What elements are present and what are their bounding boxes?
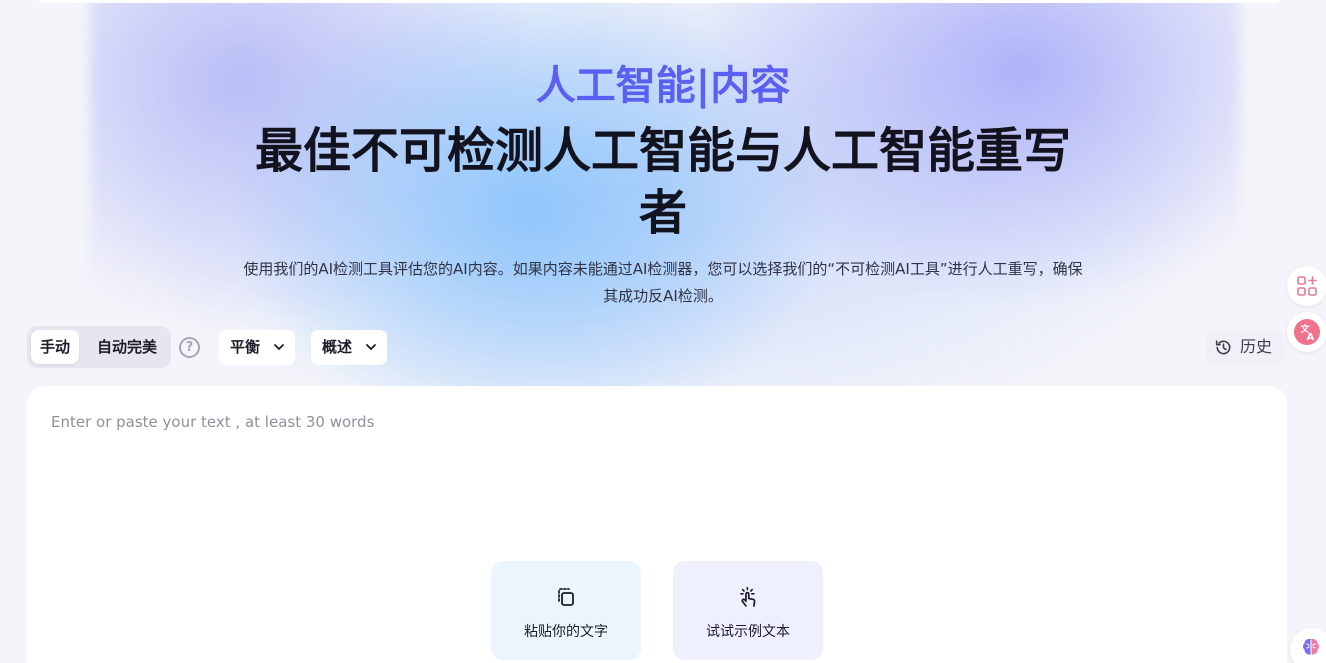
tone-dropdown[interactable]: 平衡 — [219, 330, 295, 365]
editor-placeholder: Enter or paste your text , at least 30 w… — [51, 413, 375, 431]
history-label: 历史 — [1240, 337, 1273, 356]
paste-icon — [558, 588, 574, 606]
chevron-down-icon — [366, 344, 376, 350]
brain-icon — [1303, 638, 1319, 655]
help-icon[interactable]: ? — [179, 337, 200, 358]
history-icon — [1215, 340, 1231, 355]
mode-manual-button[interactable]: 手动 — [31, 330, 79, 364]
paste-text-button[interactable]: 粘贴你的文字 — [491, 561, 641, 660]
hero-kicker: 人工智能|内容 — [535, 63, 791, 109]
top-panel-edge — [32, 0, 1286, 3]
apps-add-icon — [1297, 276, 1317, 296]
text-editor[interactable]: Enter or paste your text , at least 30 w… — [27, 386, 1287, 663]
mode-auto-perfect-button[interactable]: 自动完美 — [87, 330, 167, 364]
paste-text-label: 粘贴你的文字 — [524, 624, 608, 640]
hero-subtitle: 使用我们的AI检测工具评估您的AI内容。如果内容未能通过AI检测器，您可以选择我… — [243, 260, 1083, 305]
history-button[interactable]: 历史 — [1206, 330, 1284, 365]
page-title: 最佳不可检测人工智能与人工智能重写者 — [254, 123, 1071, 241]
tone-dropdown-value: 平衡 — [230, 338, 261, 356]
svg-text:A: A — [1307, 332, 1315, 343]
type-dropdown[interactable]: 概述 — [311, 330, 387, 365]
side-tool-apps[interactable] — [1287, 266, 1326, 306]
side-tool-brain[interactable] — [1290, 628, 1326, 663]
mode-toggle: 手动 自动完美 — [27, 326, 171, 368]
translate-icon: 文 A — [1294, 319, 1320, 345]
type-dropdown-value: 概述 — [322, 338, 353, 356]
chevron-down-icon — [274, 344, 284, 350]
pointer-click-icon — [740, 586, 756, 607]
try-sample-button[interactable]: 试试示例文本 — [673, 561, 823, 660]
side-tool-translate[interactable]: 文 A — [1287, 312, 1326, 352]
try-sample-label: 试试示例文本 — [706, 624, 790, 640]
